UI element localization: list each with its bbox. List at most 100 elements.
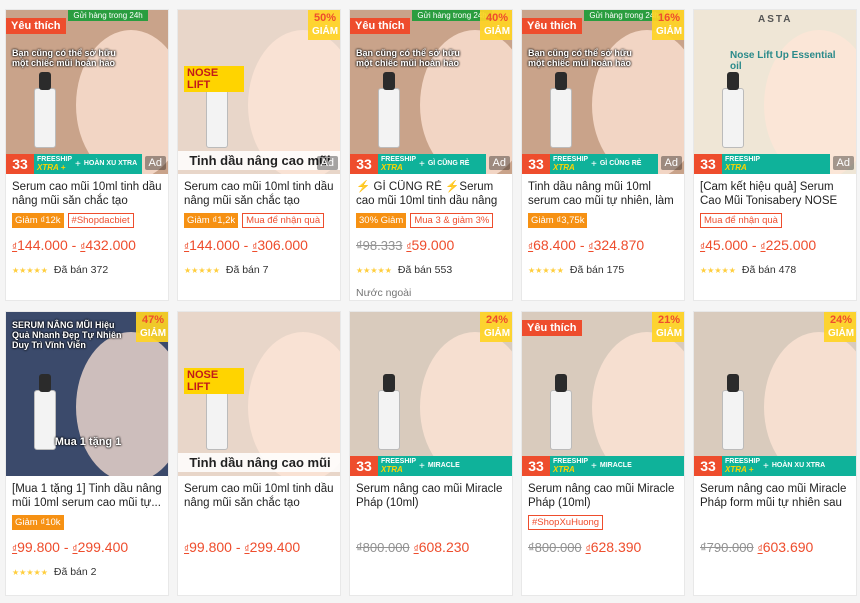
discount-badge: 50% GIẢM (308, 10, 340, 40)
price-high: 324.870 (593, 237, 645, 253)
promo-extra-label: GÌ CŨNG RẺ (599, 160, 642, 167)
product-card[interactable]: Yêu thích Gửi hàng trong 24h Bạn cũng có t… (521, 9, 685, 301)
sold-count: Đã bán 175 (569, 264, 625, 276)
favorite-tag: Yêu thích (522, 18, 582, 34)
promo-bar: 33 FREESHIP XTRA (694, 154, 830, 174)
voucher-tags: #ShopXuHuong (528, 515, 678, 533)
original-price: ₫98.333 (356, 238, 403, 253)
ad-badge: Ad (660, 156, 682, 170)
price-high: 306.000 (257, 237, 308, 253)
product-image[interactable]: 24% GIẢM 33 FREESHIP XTRA + + HOÀN XU XTRA (694, 312, 856, 476)
product-title[interactable]: [Cam kết hiệu quả] Serum Cao Mũi Tonisab… (700, 180, 850, 208)
promo-33-label: 33 (528, 156, 544, 172)
rating-stars: ★★★★★ (356, 265, 392, 275)
price-separator: - (747, 237, 761, 253)
product-image[interactable]: 24% GIẢM 33 FREESHIP XTRA + MIRACLE (350, 312, 512, 476)
product-price: ₫144.000 - ₫432.000 (12, 237, 162, 255)
voucher-tag: #ShopXuHuong (528, 515, 604, 530)
sold-count: Đã bán 372 (53, 264, 109, 276)
product-price: ₫144.000 - ₫306.000 (184, 237, 334, 255)
product-image[interactable]: NOSE LIFT Tinh dầu nâng cao mũi 50% GIẢM Ad (178, 10, 340, 174)
product-card[interactable]: NOSE LIFT Tinh dầu nâng cao mũi Serum cao … (177, 311, 341, 596)
freeship-label: FREESHIP XTRA + (37, 156, 73, 172)
ad-badge: Ad (144, 156, 166, 170)
product-image[interactable]: Yêu thích Gửi hàng trong 24h Bạn cũng có t… (6, 10, 168, 174)
voucher-tag: 30% Giảm (356, 213, 407, 228)
promo-33-label: 33 (12, 156, 28, 172)
rating-stars: ★★★★★ (12, 567, 48, 577)
product-info: Serum nâng cao mũi Miracle Pháp (10ml) ₫8… (350, 476, 512, 557)
product-card[interactable]: 24% GIẢM 33 FREESHIP XTRA + MIRACLE Serum nâng … (349, 311, 513, 596)
serum-bottle (206, 390, 228, 450)
product-image[interactable]: SERUM NÂNG MŨI Hiệu Quả Nhanh Đẹp Tự Nhi… (6, 312, 168, 476)
product-info: [Cam kết hiệu quả] Serum Cao Mũi Tonisab… (694, 174, 856, 277)
product-price: ₫68.400 - ₫324.870 (528, 237, 678, 255)
promo-bar: 33 FREESHIP XTRA + MIRACLE (350, 456, 512, 476)
discount-badge: 21% GIẢM (652, 312, 684, 342)
price-low: 144.000 (189, 237, 240, 253)
voucher-tags: Mua để nhận quà (700, 213, 850, 231)
product-title[interactable]: Tinh dầu nâng mũi 10ml serum cao mũi tự … (528, 180, 678, 208)
ad-badge: Ad (316, 156, 338, 170)
product-image[interactable]: Yêu thích Gửi hàng trong 24h Bạn cũng có t… (350, 10, 512, 174)
product-image[interactable]: NOSE LIFT Tinh dầu nâng cao mũi (178, 312, 340, 476)
product-image[interactable]: Yêu thích Gửi hàng trong 24h Bạn cũng có t… (522, 10, 684, 174)
product-title[interactable]: Serum nâng cao mũi Miracle Pháp (10ml) (528, 482, 678, 510)
serum-dropper (555, 374, 567, 392)
product-info: Serum cao mũi 10ml tinh dầu nâng mũi săn… (178, 174, 340, 277)
product-card[interactable]: Yêu thích Gửi hàng trong 24h Bạn cũng có t… (349, 9, 513, 301)
voucher-tags (356, 515, 506, 533)
original-price: ₫800.000 (356, 540, 410, 555)
promo-bar: 33 FREESHIP XTRA + + HOÀN XU XTRA (6, 154, 142, 174)
product-title[interactable]: Serum cao mũi 10ml tinh dầu nâng mũi săn… (184, 180, 334, 208)
original-price: ₫800.000 (528, 540, 582, 555)
product-title[interactable]: Serum cao mũi 10ml tinh dầu nâng mũi săn… (12, 180, 162, 208)
voucher-tags: Giảm ₫1,2k Mua để nhận quà (184, 213, 334, 231)
product-card[interactable]: NOSE LIFT Tinh dầu nâng cao mũi 50% GIẢM Ad S… (177, 9, 341, 301)
rating-stars: ★★★★★ (528, 265, 564, 275)
serum-bottle (722, 88, 744, 148)
voucher-tag: #Shopdacbiet (67, 213, 134, 228)
serum-dropper (383, 72, 395, 90)
price-high: 299.400 (77, 539, 129, 555)
product-card[interactable]: Nose Lift Up Essential oil ASTA Ad 33 FREESH… (693, 9, 857, 301)
price-low: 144.000 (17, 237, 68, 253)
product-info: ⚡ GÌ CŨNG RẺ ⚡Serum cao mũi 10ml tinh dầ… (350, 174, 512, 299)
product-image[interactable]: Yêu thích 21% GIẢM 33 FREESHIP XTRA + MIRACLE (522, 312, 684, 476)
ad-badge: Ad (832, 156, 854, 170)
voucher-tags (184, 515, 334, 533)
product-title[interactable]: Serum nâng cao mũi Miracle Pháp (10ml) (356, 482, 506, 510)
product-grid: Yêu thích Gửi hàng trong 24h Bạn cũng có t… (0, 0, 860, 603)
product-info: Serum cao mũi 10ml tinh dầu nâng mũi săn… (6, 174, 168, 277)
voucher-tags: Giảm ₫12k #Shopdacbiet (12, 213, 162, 231)
product-image[interactable]: Nose Lift Up Essential oil ASTA Ad 33 FREESH… (694, 10, 856, 174)
product-title[interactable]: [Mua 1 tặng 1] Tinh dầu nâng mũi 10ml se… (12, 482, 162, 510)
rating-stars: ★★★★★ (12, 265, 48, 275)
price-separator: - (239, 237, 253, 253)
product-card[interactable]: SERUM NÂNG MŨI Hiệu Quả Nhanh Đẹp Tự Nhi… (5, 311, 169, 596)
product-title[interactable]: Serum cao mũi 10ml tinh dầu nâng mũi săn… (184, 482, 334, 510)
serum-bottle (34, 88, 56, 148)
product-card[interactable]: Yêu thích Gửi hàng trong 24h Bạn cũng có t… (5, 9, 169, 301)
product-price: ₫99.800 - ₫299.400 (184, 539, 334, 557)
voucher-tag: Mua 3 & giảm 3% (410, 213, 494, 228)
promo-33-label: 33 (356, 156, 372, 172)
product-card[interactable]: Yêu thích 21% GIẢM 33 FREESHIP XTRA + MIRACLE Se… (521, 311, 685, 596)
voucher-tag: Giảm ₫12k (12, 213, 64, 228)
freeship-label: FREESHIP XTRA + (725, 458, 761, 474)
product-info: Serum cao mũi 10ml tinh dầu nâng mũi săn… (178, 476, 340, 557)
product-title[interactable]: ⚡ GÌ CŨNG RẺ ⚡Serum cao mũi 10ml tinh dầ… (356, 180, 506, 208)
sold-count: Đã bán 553 (397, 264, 453, 276)
product-card[interactable]: 24% GIẢM 33 FREESHIP XTRA + + HOÀN XU XTRA Seru… (693, 311, 857, 596)
product-meta: ★★★★★ Đã bán 372 (12, 263, 162, 277)
product-meta: ★★★★★ Đã bán 478 (700, 263, 850, 277)
promo-extra-label: HOÀN XU XTRA (771, 462, 826, 469)
price-low: 628.390 (590, 539, 642, 555)
product-title[interactable]: Serum nâng cao mũi Miracle Pháp form mũi… (700, 482, 850, 510)
discount-badge: 47% GIẢM (136, 312, 168, 342)
promo-bar: 33 FREESHIP XTRA + GÌ CŨNG RẺ (350, 154, 486, 174)
voucher-tag: Giảm ₫10k (12, 515, 64, 530)
original-price: ₫790.000 (700, 540, 754, 555)
product-info: Tinh dầu nâng mũi 10ml serum cao mũi tự … (522, 174, 684, 277)
freeship-label: FREESHIP XTRA (381, 458, 417, 474)
